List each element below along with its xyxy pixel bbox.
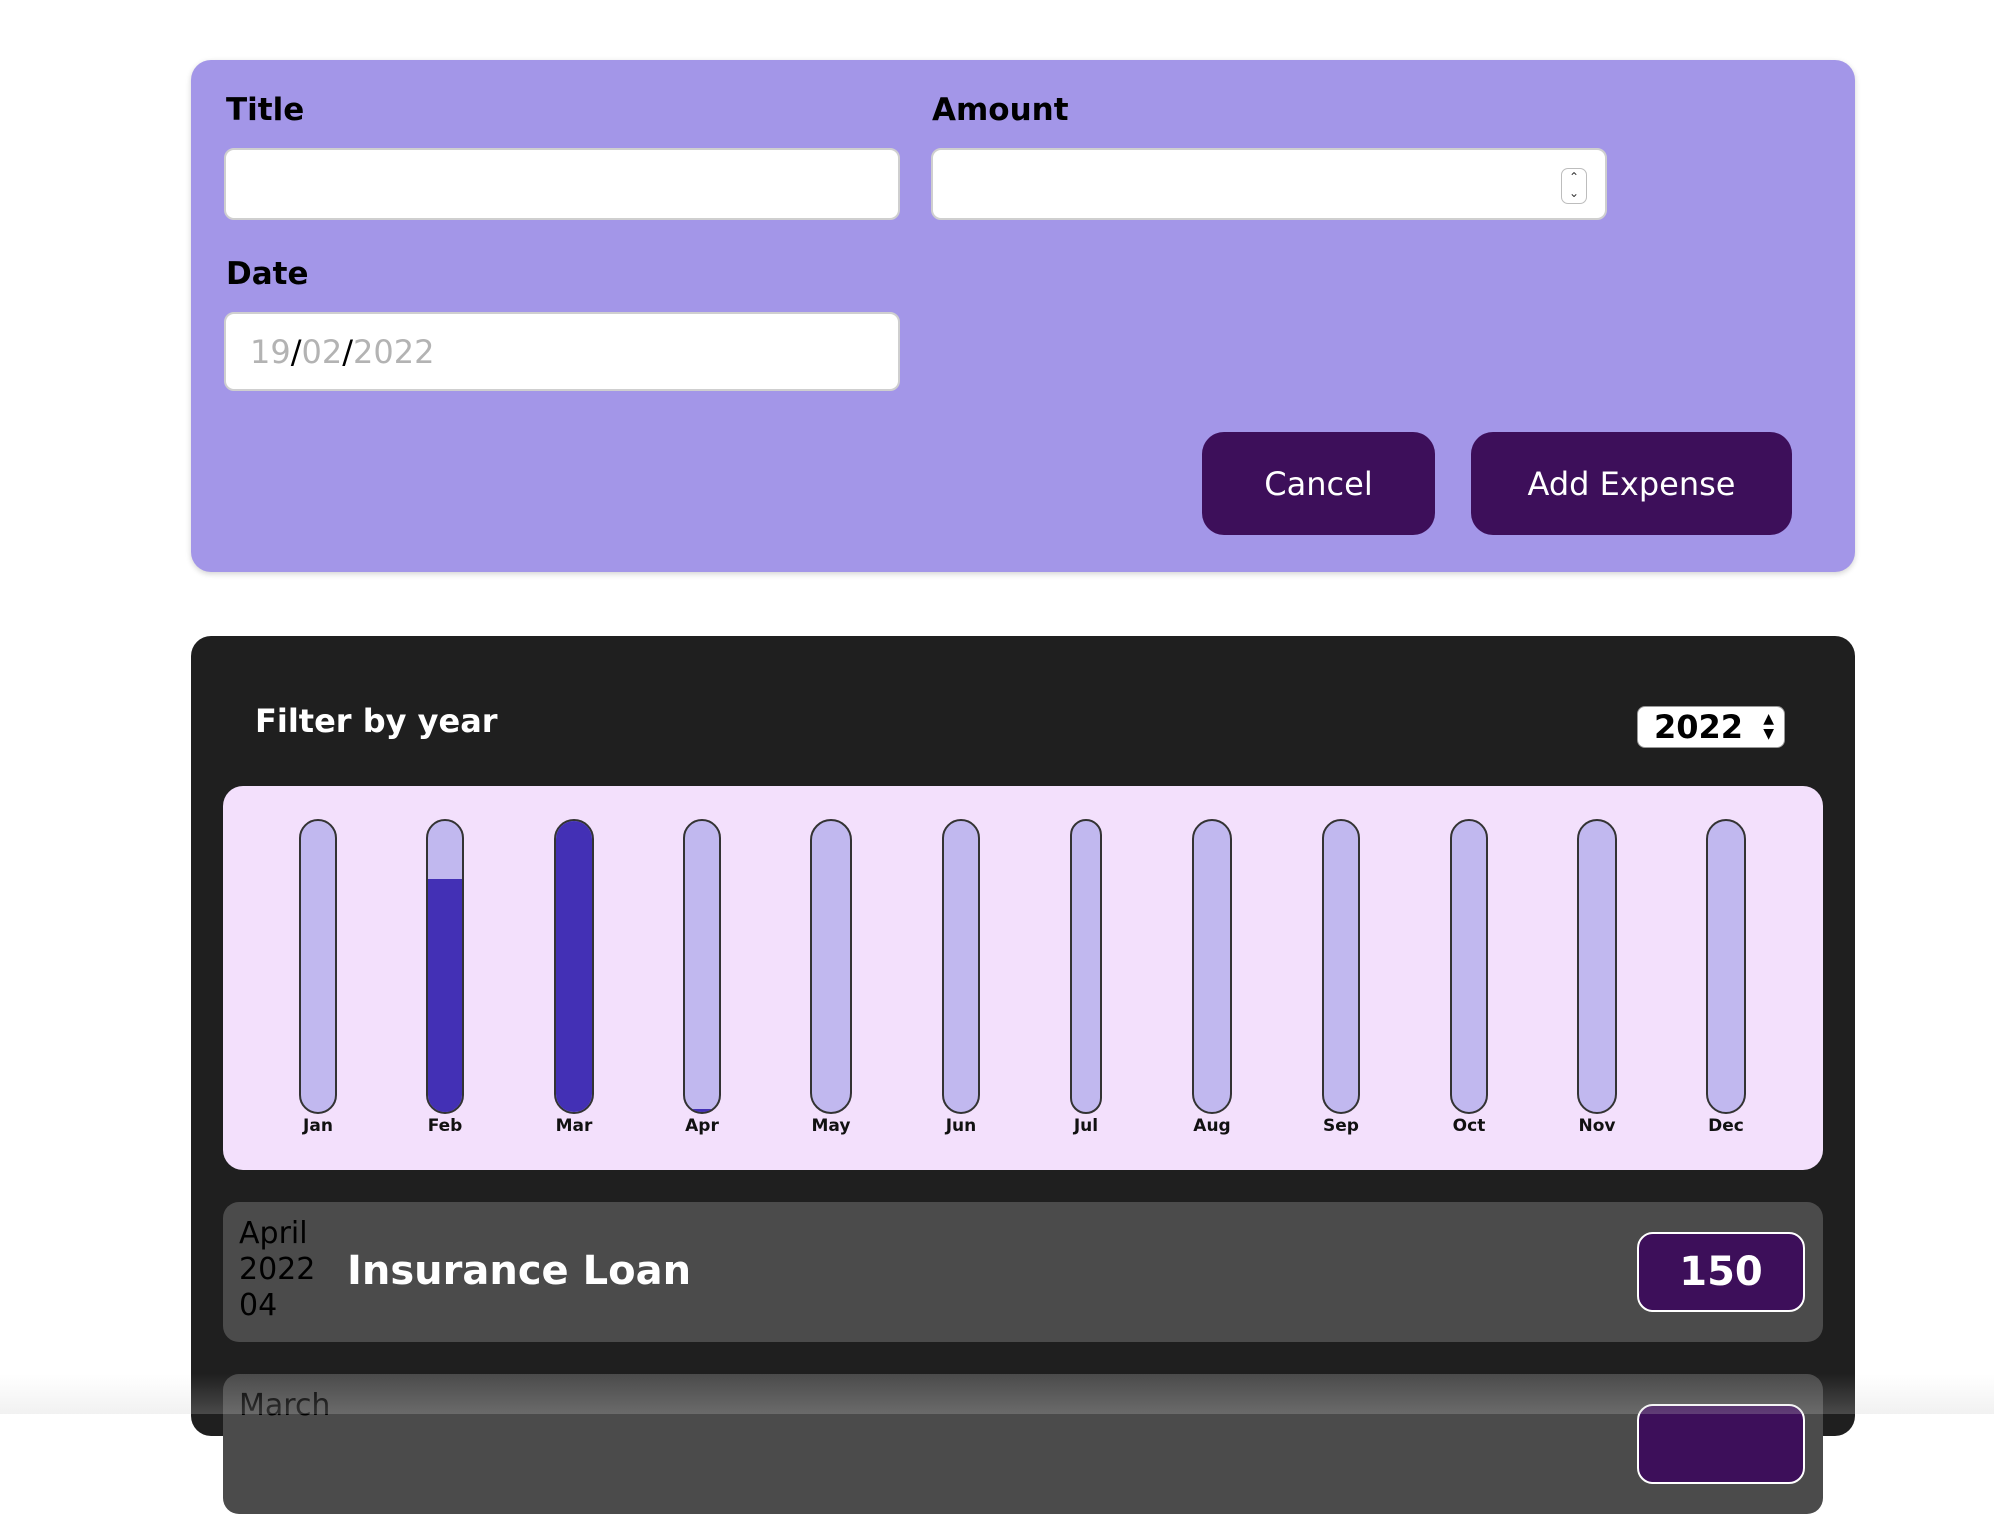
expense-date: March — [239, 1388, 330, 1424]
chart-bar-label: Jan — [278, 1116, 358, 1136]
expense-date: April 2022 04 — [239, 1216, 315, 1324]
date-input[interactable]: 19/02/2022 — [224, 312, 900, 391]
chart-bar-label: Nov — [1557, 1116, 1637, 1136]
expense-month: March — [239, 1388, 330, 1424]
chart-bar — [1192, 819, 1232, 1114]
amount-input[interactable]: ⌃⌄ — [931, 148, 1607, 220]
chart-bar — [1706, 819, 1746, 1114]
amount-label: Amount — [932, 92, 1069, 128]
chart-bar-label: Sep — [1301, 1116, 1381, 1136]
chart-bar-fill — [556, 821, 592, 1112]
expense-month: April — [239, 1216, 315, 1252]
chart-bar — [426, 819, 464, 1114]
cancel-button[interactable]: Cancel — [1202, 432, 1435, 535]
chart-bar-label: Feb — [405, 1116, 485, 1136]
chart-bar-label: Aug — [1172, 1116, 1252, 1136]
chart-bar — [1577, 819, 1617, 1114]
date-month: 02 — [302, 333, 343, 371]
date-separator: / — [291, 333, 302, 371]
chart-bar-label: Mar — [534, 1116, 614, 1136]
year-select[interactable]: 2022 ▲▼ — [1637, 706, 1785, 748]
expense-title: Insurance Loan — [347, 1248, 691, 1294]
date-day: 19 — [250, 333, 291, 371]
date-value: 19/02/2022 — [250, 333, 434, 371]
chart-bar-label: Jul — [1046, 1116, 1126, 1136]
date-label: Date — [226, 256, 309, 292]
date-separator: / — [342, 333, 353, 371]
chart-bar — [1450, 819, 1488, 1114]
number-stepper-icon[interactable]: ⌃⌄ — [1561, 168, 1587, 204]
chart-bar — [554, 819, 594, 1114]
chart-bar — [1070, 819, 1102, 1114]
expense-item: April 2022 04 Insurance Loan 150 — [223, 1202, 1823, 1342]
chart-bar-label: May — [791, 1116, 871, 1136]
filter-label: Filter by year — [255, 702, 498, 740]
year-select-value: 2022 — [1654, 708, 1743, 746]
select-arrows-icon: ▲▼ — [1763, 712, 1774, 742]
chart-bar-fill — [685, 1109, 719, 1112]
chart-bar-label: Dec — [1686, 1116, 1766, 1136]
chart-bar — [299, 819, 337, 1114]
chart-bar-label: Oct — [1429, 1116, 1509, 1136]
chart-bar-fill — [428, 879, 462, 1112]
chart-bar — [683, 819, 721, 1114]
title-label: Title — [226, 92, 304, 128]
expense-year: 2022 — [239, 1252, 315, 1288]
add-expense-button[interactable]: Add Expense — [1471, 432, 1792, 535]
chart-bar — [810, 819, 852, 1114]
chart-bar — [942, 819, 980, 1114]
expense-amount: 150 — [1637, 1232, 1805, 1312]
chart-bar-label: Apr — [662, 1116, 742, 1136]
expense-day: 04 — [239, 1288, 315, 1324]
expense-amount — [1637, 1404, 1805, 1484]
expense-item: March — [223, 1374, 1823, 1514]
chart-bar — [1322, 819, 1360, 1114]
date-year: 2022 — [353, 333, 434, 371]
chart-bar-label: Jun — [921, 1116, 1001, 1136]
title-input[interactable] — [224, 148, 900, 220]
